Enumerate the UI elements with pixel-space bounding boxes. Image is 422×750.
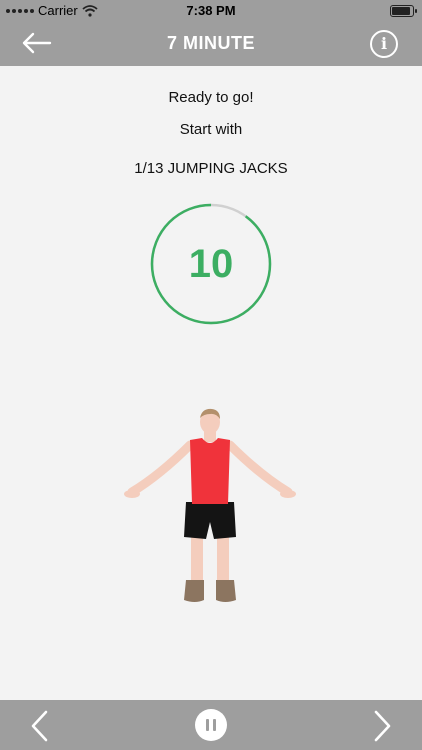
page-title: 7 MINUTE (166, 33, 255, 53)
status-time: 7:38 PM (186, 3, 236, 18)
status-bar: Carrier 7:38 PM (0, 0, 422, 20)
exercise-label: 1/13 JUMPING JACKS (134, 160, 288, 177)
info-icon: i (380, 34, 388, 53)
control-bar (0, 700, 422, 750)
battery-icon (390, 5, 417, 17)
chevron-right-icon (374, 710, 391, 742)
start-with-text: Start with (179, 121, 243, 138)
next-button[interactable] (370, 710, 394, 742)
countdown-number: 10 (188, 241, 234, 286)
pause-button[interactable] (195, 709, 227, 741)
ready-text: Ready to go! (168, 89, 254, 106)
exercise-illustration (124, 408, 296, 602)
chevron-left-icon (31, 710, 48, 742)
countdown-timer: 10 (149, 202, 273, 326)
previous-button[interactable] (28, 710, 52, 742)
navigation-bar: 7 MINUTE i (0, 20, 422, 66)
info-button[interactable]: i (370, 30, 398, 58)
